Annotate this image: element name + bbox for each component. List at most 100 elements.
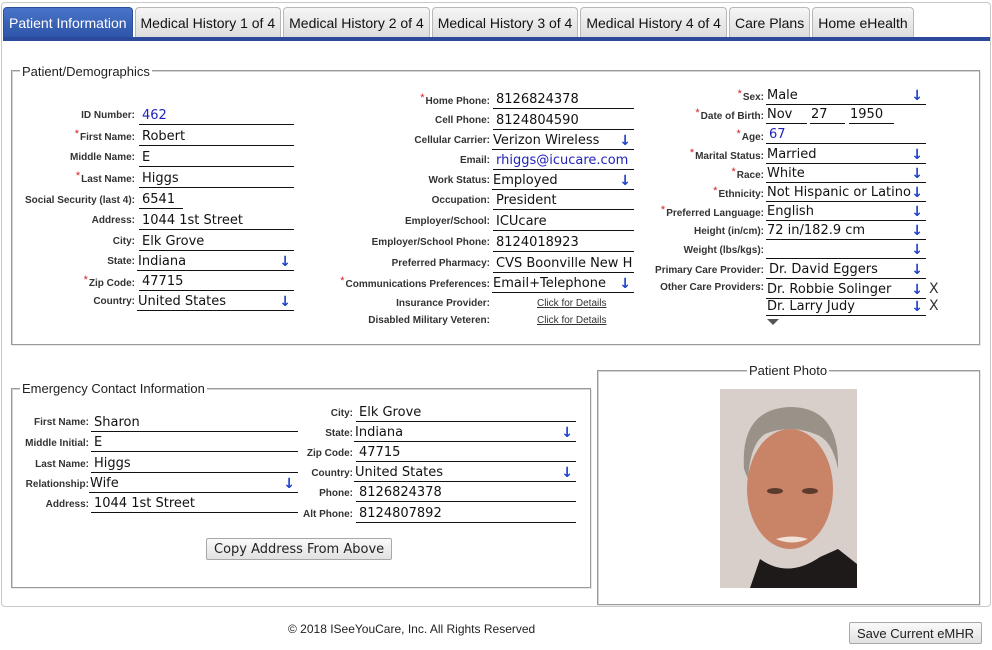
country-select[interactable]: United States ↓ [137, 293, 294, 311]
height-select[interactable]: 72 in/182.9 cm ↓ [766, 222, 926, 240]
other-care-providers-label: Other Care Providers: [660, 282, 764, 293]
dropdown-arrow-icon: ↓ [561, 425, 573, 441]
state-label: State: [107, 256, 135, 267]
zip-code-label: *Zip Code: [83, 274, 135, 289]
race-label: *Race: [731, 166, 764, 181]
tab-medical-history-2[interactable]: Medical History 2 of 4 [283, 7, 430, 38]
ec-zip-code-label: Zip Code: [306, 448, 353, 459]
pharmacy-label: Preferred Pharmacy: [391, 258, 490, 269]
emergency-contact-legend: Emergency Contact Information [20, 381, 207, 396]
dob-month-input[interactable]: Nov [766, 106, 807, 124]
ec-city-input[interactable]: Elk Grove [356, 404, 576, 422]
dropdown-arrow-icon: ↓ [911, 242, 923, 258]
communications-preferences-label: *Communications Preferences: [340, 275, 490, 290]
marital-status-select[interactable]: Married ↓ [766, 146, 926, 164]
pharmacy-input[interactable]: CVS Boonville New H [493, 255, 634, 273]
dropdown-arrow-icon: ↓ [911, 299, 923, 315]
patient-photo[interactable] [720, 389, 857, 588]
ec-first-name-input[interactable]: Sharon [91, 414, 298, 432]
dropdown-arrow-icon: ↓ [619, 173, 631, 189]
preferred-language-select[interactable]: English ↓ [766, 203, 926, 221]
tab-medical-history-1[interactable]: Medical History 1 of 4 [134, 7, 282, 38]
last-name-input[interactable]: Higgs [139, 170, 294, 188]
ssn-label: Social Security (last 4): [24, 195, 135, 206]
add-provider-expand-icon[interactable] [767, 319, 779, 325]
ec-address-input[interactable]: 1044 1st Street [91, 495, 298, 513]
ec-alt-phone-input[interactable]: 8124807892 [356, 505, 576, 523]
dropdown-arrow-icon: ↓ [911, 166, 923, 182]
tab-medical-history-4[interactable]: Medical History 4 of 4 [580, 7, 727, 38]
address-input[interactable]: 1044 1st Street [139, 212, 294, 230]
tab-home-ehealth[interactable]: Home eHealth [812, 7, 914, 38]
age-label: *Age: [736, 128, 764, 143]
ec-last-name-input[interactable]: Higgs [91, 455, 298, 473]
dropdown-arrow-icon: ↓ [911, 204, 923, 220]
work-status-select[interactable]: Employed ↓ [492, 172, 634, 190]
occupation-input[interactable]: President [493, 192, 634, 210]
state-select[interactable]: Indiana ↓ [137, 253, 294, 271]
ec-address-label: Address: [45, 499, 89, 510]
last-name-label: *Last Name: [75, 170, 135, 185]
tab-medical-history-3[interactable]: Medical History 3 of 4 [431, 7, 579, 38]
remove-provider-button[interactable]: X [929, 298, 939, 314]
remove-provider-button[interactable]: X [929, 281, 939, 297]
dropdown-arrow-icon: ↓ [279, 254, 291, 270]
age-value: 67 [766, 126, 926, 144]
dob-year-input[interactable]: 1950 [849, 106, 894, 124]
ec-middle-initial-input[interactable]: E [91, 434, 298, 452]
employer-input[interactable]: ICUcare [493, 213, 634, 231]
city-input[interactable]: Elk Grove [139, 233, 294, 251]
race-select[interactable]: White ↓ [766, 165, 926, 183]
marital-status-label: *Marital Status: [689, 147, 764, 162]
id-number-value: 462 [139, 107, 294, 125]
cell-phone-label: Cell Phone: [434, 115, 490, 126]
save-emhr-button[interactable]: Save Current eMHR [849, 622, 983, 644]
cellular-carrier-label: Cellular Carrier: [414, 135, 490, 146]
other-care-provider-select[interactable]: Dr. Larry Judy ↓ [766, 298, 926, 316]
work-status-label: Work Status: [428, 175, 491, 186]
sex-select[interactable]: Male ↓ [766, 87, 926, 105]
patient-photo-legend: Patient Photo [747, 363, 830, 378]
weight-select[interactable]: ↓ [766, 241, 926, 259]
patient-portrait-icon [720, 389, 857, 588]
ec-phone-label: Phone: [319, 488, 353, 499]
ec-phone-input[interactable]: 8126824378 [356, 484, 576, 502]
cellular-carrier-select[interactable]: Verizon Wireless ↓ [492, 132, 634, 150]
employer-label: Employer/School: [404, 216, 490, 227]
date-of-birth-label: *Date of Birth: [695, 107, 764, 122]
id-number-label: ID Number: [81, 110, 135, 121]
home-phone-label: *Home Phone: [420, 92, 490, 107]
ssn-input[interactable]: 6541 [139, 191, 183, 209]
communications-preferences-select[interactable]: Email+Telephone ↓ [492, 275, 634, 293]
primary-care-provider-label: Primary Care Provider: [655, 265, 764, 276]
ec-state-select[interactable]: Indiana ↓ [354, 424, 576, 442]
email-label: Email: [459, 155, 490, 166]
veteran-details-link[interactable]: Click for Details [537, 315, 606, 326]
zip-code-input[interactable]: 47715 [139, 273, 294, 291]
demographics-legend: Patient/Demographics [20, 64, 152, 79]
tab-patient-information[interactable]: Patient Information [3, 7, 133, 38]
dropdown-arrow-icon: ↓ [911, 282, 923, 298]
copy-address-button[interactable]: Copy Address From Above [206, 538, 393, 560]
dropdown-arrow-icon: ↓ [911, 88, 923, 104]
tab-care-plans[interactable]: Care Plans [728, 7, 811, 38]
employer-phone-label: Employer/School Phone: [371, 237, 490, 248]
other-care-provider-select[interactable]: Dr. Robbie Solinger ↓ [766, 281, 926, 299]
primary-care-provider-select[interactable]: Dr. David Eggers ↓ [766, 261, 926, 279]
ec-relationship-select[interactable]: Wife ↓ [89, 475, 298, 493]
first-name-input[interactable]: Robert [139, 128, 294, 146]
email-input[interactable]: rhiggs@icucare.com [493, 152, 634, 170]
insurance-details-link[interactable]: Click for Details [537, 298, 606, 309]
middle-name-input[interactable]: E [139, 149, 294, 167]
ethnicity-select[interactable]: Not Hispanic or Latino ↓ [766, 184, 926, 202]
dropdown-arrow-icon: ↓ [283, 476, 295, 492]
height-label: Height (in/cm): [694, 226, 764, 237]
employer-phone-input[interactable]: 8124018923 [493, 234, 634, 252]
home-phone-input[interactable]: 8126824378 [493, 91, 634, 109]
ec-zip-code-input[interactable]: 47715 [356, 444, 576, 462]
ec-first-name-label: First Name: [33, 417, 89, 428]
ec-middle-initial-label: Middle Initial: [25, 438, 89, 449]
dob-day-input[interactable]: 27 [810, 106, 845, 124]
cell-phone-input[interactable]: 8124804590 [493, 112, 634, 130]
ec-country-select[interactable]: United States ↓ [354, 464, 576, 482]
